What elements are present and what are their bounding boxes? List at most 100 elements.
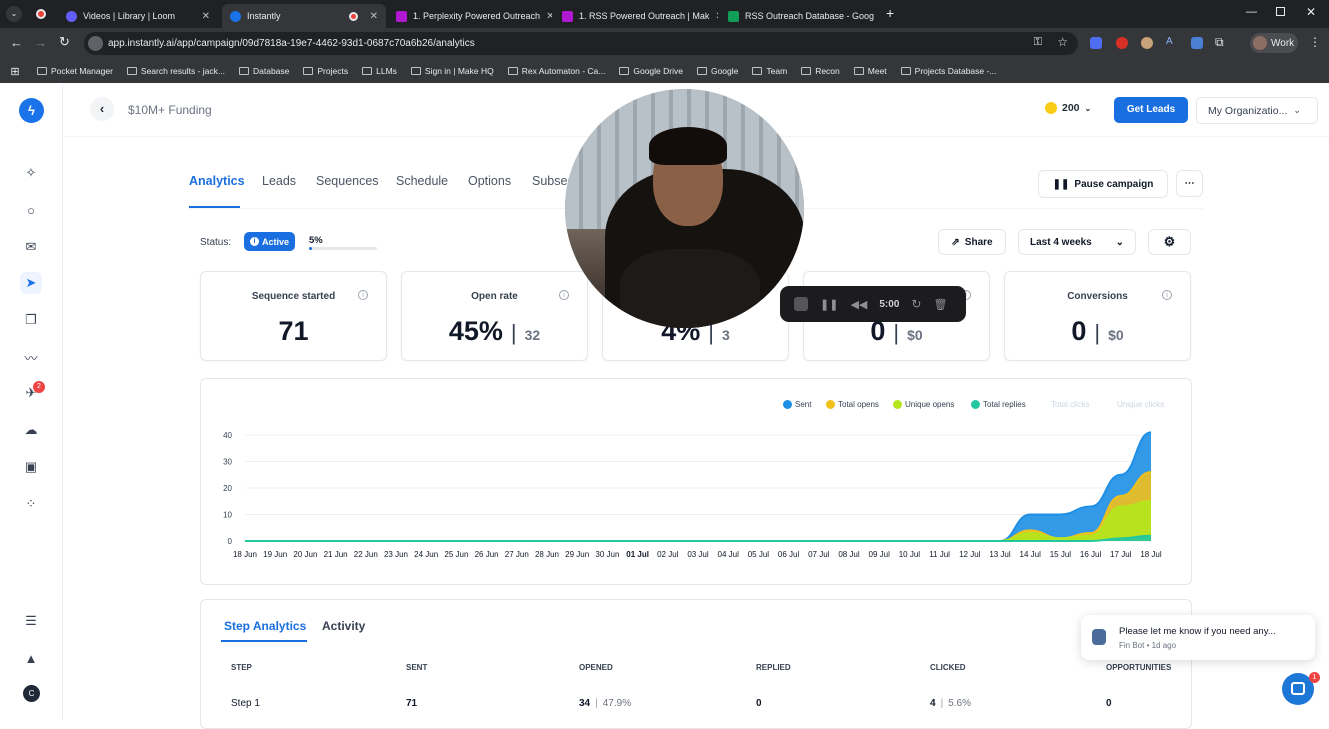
status-badge: i Active bbox=[244, 232, 295, 251]
extension-icon[interactable]: A bbox=[1166, 36, 1173, 47]
legend-item[interactable]: Sent bbox=[783, 400, 811, 409]
close-tab-icon[interactable]: ✕ bbox=[715, 11, 718, 22]
tab-search-button[interactable]: ⌄ bbox=[6, 6, 22, 22]
bookmark-item[interactable]: LLMs bbox=[355, 66, 404, 76]
reload-icon[interactable]: ↻ bbox=[59, 34, 70, 50]
browser-tab-active[interactable]: Instantly ✕ bbox=[222, 4, 386, 28]
back-icon[interactable]: ← bbox=[10, 35, 23, 50]
info-icon: i bbox=[249, 237, 259, 246]
tab-activity[interactable]: Activity bbox=[322, 619, 365, 633]
extension-icon[interactable] bbox=[1116, 37, 1128, 49]
cell-sent: 71 bbox=[406, 698, 418, 709]
settings-button[interactable]: ⚙ bbox=[1148, 229, 1191, 255]
legend-label: Unique opens bbox=[905, 400, 955, 409]
pause-campaign-button[interactable]: ❚❚ Pause campaign bbox=[1038, 170, 1168, 198]
bookmark-star-icon[interactable]: ☆ bbox=[1057, 35, 1068, 49]
legend-item[interactable]: Total clicks bbox=[1051, 400, 1090, 409]
legend-item[interactable]: Unique opens bbox=[893, 400, 954, 409]
search-icon[interactable]: ○ bbox=[20, 199, 42, 221]
back-button[interactable]: ‹ bbox=[90, 97, 114, 121]
credits-counter[interactable]: 200 ⌄ bbox=[1045, 102, 1091, 114]
tab-options[interactable]: Options bbox=[468, 174, 511, 188]
close-tab-icon[interactable]: ✕ bbox=[202, 11, 210, 22]
minimize-icon[interactable]: — bbox=[1246, 6, 1257, 18]
cloud-icon[interactable]: ☁ bbox=[20, 419, 42, 441]
stop-recording-button[interactable] bbox=[794, 297, 808, 311]
close-tab-icon[interactable]: ✕ bbox=[546, 11, 552, 22]
tab-leads[interactable]: Leads bbox=[262, 174, 296, 188]
folder-icon bbox=[239, 67, 249, 75]
browser-tab[interactable]: Videos | Library | Loom ✕ bbox=[58, 4, 218, 28]
extensions-puzzle-icon[interactable]: ⧉ bbox=[1215, 35, 1224, 50]
restart-icon[interactable]: ↻ bbox=[911, 297, 921, 311]
menu-kebab-icon[interactable]: ⋮ bbox=[1309, 35, 1321, 49]
instantly-logo-icon[interactable]: ϟ bbox=[19, 98, 44, 123]
site-info-icon[interactable] bbox=[88, 36, 103, 51]
browser-tab-title: Videos | Library | Loom bbox=[83, 11, 176, 21]
extension-icon[interactable] bbox=[1191, 37, 1203, 49]
trash-icon[interactable]: 🗑 bbox=[933, 298, 947, 311]
get-leads-button[interactable]: Get Leads bbox=[1114, 97, 1188, 123]
chat-message-popup[interactable]: Please let me know if you need any... Fi… bbox=[1081, 615, 1315, 660]
close-tab-icon[interactable]: ✕ bbox=[370, 11, 378, 22]
send-campaigns-icon[interactable]: ➤ bbox=[20, 272, 42, 294]
date-range-select[interactable]: Last 4 weeks ⌄ bbox=[1018, 229, 1136, 255]
bookmark-item[interactable]: Team bbox=[745, 66, 794, 76]
browser-tab[interactable]: RSS Outreach Database - Goog ✕ bbox=[720, 4, 880, 28]
tab-analytics[interactable]: Analytics bbox=[189, 174, 245, 188]
cell-opportunities: 0 bbox=[1106, 698, 1112, 709]
bookmark-item[interactable]: Recon bbox=[794, 66, 847, 76]
bookmark-item[interactable]: Google Drive bbox=[612, 66, 690, 76]
bookmark-item[interactable]: Pocket Manager bbox=[30, 66, 120, 76]
integrations-icon[interactable]: ⁘ bbox=[20, 493, 42, 515]
bookmark-label: Team bbox=[766, 66, 788, 76]
cell-opened: 34 | 47.9% bbox=[579, 698, 632, 709]
analytics-trend-icon[interactable]: 〰 bbox=[20, 346, 42, 368]
rewind-icon[interactable]: ◀◀ bbox=[850, 298, 867, 311]
extension-icon[interactable] bbox=[1141, 37, 1153, 49]
copy-icon[interactable]: ❐ bbox=[20, 309, 42, 331]
browser-tab[interactable]: 1. Perplexity Powered Outreach ✕ bbox=[388, 4, 552, 28]
bookmark-item[interactable]: Projects bbox=[296, 66, 355, 76]
new-tab-icon[interactable]: + bbox=[886, 5, 894, 21]
bookmark-item[interactable]: Rex Automaton - Ca... bbox=[501, 66, 613, 76]
tab-schedule[interactable]: Schedule bbox=[396, 174, 448, 188]
bookmark-label: Projects bbox=[317, 66, 349, 76]
inbox-icon[interactable]: ▣ bbox=[20, 456, 42, 478]
info-icon[interactable]: i bbox=[559, 290, 569, 300]
bookmark-item[interactable]: Meet bbox=[847, 66, 894, 76]
password-key-icon[interactable]: ⚿ bbox=[1034, 36, 1042, 49]
bookmark-item[interactable]: Google bbox=[690, 66, 745, 76]
restore-icon[interactable] bbox=[1276, 7, 1285, 16]
info-icon[interactable]: i bbox=[358, 290, 368, 300]
organization-select[interactable]: My Organizatio... ⌄ bbox=[1196, 97, 1318, 124]
legend-item[interactable]: Total replies bbox=[971, 400, 1026, 409]
close-window-icon[interactable]: ✕ bbox=[1306, 5, 1316, 19]
pause-recording-icon[interactable]: ❚❚ bbox=[820, 298, 838, 311]
legend-item[interactable]: Total opens bbox=[826, 400, 879, 409]
feedback-icon[interactable]: ☰ bbox=[20, 610, 42, 632]
tab-sequences[interactable]: Sequences bbox=[316, 174, 379, 188]
url-field[interactable]: app.instantly.ai/app/campaign/09d7818a-1… bbox=[84, 32, 1078, 55]
bookmark-item[interactable]: Sign in | Make HQ bbox=[404, 66, 501, 76]
forward-icon[interactable]: → bbox=[34, 35, 47, 50]
profile-button[interactable]: Work bbox=[1250, 33, 1298, 53]
user-avatar[interactable]: C bbox=[23, 685, 40, 702]
browser-tab[interactable]: 1. RSS Powered Outreach | Mak ✕ bbox=[554, 4, 718, 28]
share-button[interactable]: ⇗ Share bbox=[938, 229, 1006, 255]
folder-icon bbox=[801, 67, 812, 75]
mail-icon[interactable]: ✉ bbox=[20, 236, 42, 258]
bookmark-item[interactable]: Search results - jack... bbox=[120, 66, 232, 76]
info-icon[interactable]: i bbox=[1162, 290, 1172, 300]
extension-icon[interactable] bbox=[1090, 37, 1102, 49]
more-options-button[interactable]: ⋯ bbox=[1176, 170, 1203, 197]
tab-step-analytics[interactable]: Step Analytics bbox=[224, 619, 306, 633]
apps-grid-icon[interactable]: ⊞ bbox=[0, 65, 30, 78]
instantly-icon bbox=[230, 10, 241, 22]
bookmark-item[interactable]: Database bbox=[232, 66, 296, 76]
legend-item[interactable]: Unique clicks bbox=[1117, 400, 1164, 409]
stat-card-conversions: Conversions i 0 | $0 bbox=[1004, 271, 1191, 361]
rocket-launch-icon[interactable]: ▲ bbox=[20, 647, 42, 669]
sparkle-icon[interactable]: ✧ bbox=[20, 162, 42, 184]
bookmark-item[interactable]: Projects Database -... bbox=[894, 66, 1004, 76]
